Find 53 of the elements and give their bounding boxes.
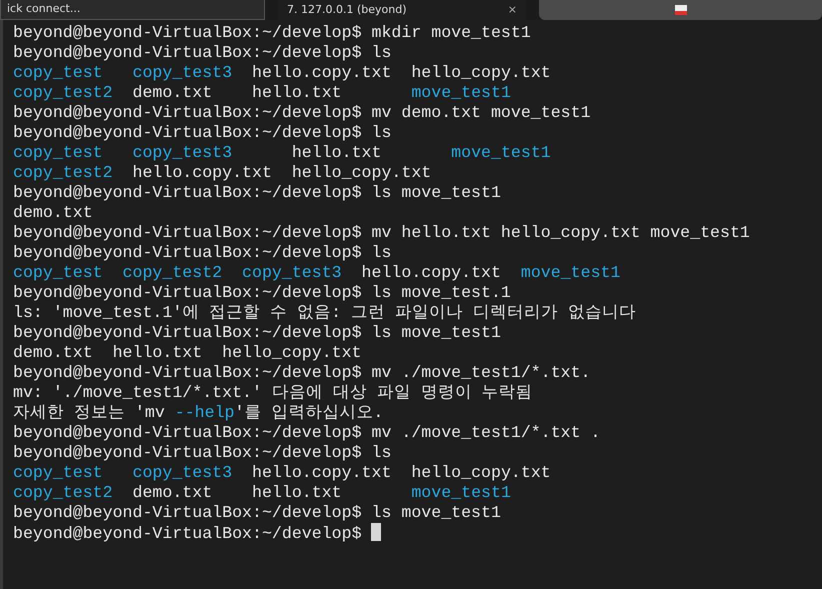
quick-connect-field[interactable]: ick connect...: [0, 0, 265, 20]
command-line: beyond@beyond-VirtualBox:~/develop$ ls: [13, 443, 392, 463]
directory-name: copy_test3: [132, 63, 232, 83]
directory-name: copy_test2: [13, 483, 113, 503]
command-line: beyond@beyond-VirtualBox:~/develop$ ls move_test.1: [13, 283, 512, 303]
command-line: beyond@beyond-VirtualBox:~/develop$ mv ./move_test1/*.txt .: [13, 423, 602, 443]
file-name: hello.txt: [292, 143, 382, 163]
directory-name: copy_test2: [13, 83, 113, 103]
directory-name: copy_test: [13, 263, 103, 283]
directory-name: copy_test3: [132, 143, 234, 163]
directory-name: move_test1: [451, 143, 551, 163]
file-name: demo.txt: [132, 83, 214, 103]
directory-name: copy_test: [13, 143, 104, 163]
file-name: demo.txt: [13, 343, 93, 363]
file-name: hello.copy.txt: [132, 163, 272, 183]
directory-name: copy_test3: [242, 263, 342, 283]
directory-name: copy_test2: [13, 163, 113, 183]
directory-name: copy_test: [13, 463, 104, 483]
directory-name: copy_test3: [132, 463, 232, 483]
command-line: beyond@beyond-VirtualBox:~/develop$ ls: [13, 43, 392, 63]
command-line: beyond@beyond-VirtualBox:~/develop$ mv demo.txt move_test1: [13, 103, 592, 123]
terminal-tab[interactable]: [539, 0, 822, 20]
command-line: beyond@beyond-VirtualBox:~/develop$ ls: [13, 123, 392, 143]
file-name: demo.txt: [13, 203, 93, 223]
output-line: mv: './move_test1/*.txt.' 다음에 대상 파일 명령이 누락됨: [13, 383, 534, 403]
output-line: ls: 'move_test.1'에 접근할 수 없음: 그런 파일이나 디렉터리가 없습니다: [13, 303, 637, 323]
file-name: hello_copy.txt: [222, 343, 362, 363]
command-line: beyond@beyond-VirtualBox:~/develop$ ls: [13, 243, 392, 263]
file-name: hello.txt: [252, 483, 343, 503]
file-name: hello.txt: [112, 343, 202, 363]
file-name: hello_copy.txt: [292, 163, 432, 183]
file-name: hello.copy.txt: [252, 63, 392, 83]
output-line: 자세한 정보는 'mv --help'를 입력하십시오.: [13, 403, 384, 423]
file-name: hello.copy.txt: [252, 463, 392, 483]
command-line: beyond@beyond-VirtualBox:~/develop$ mkdir move_test1: [13, 23, 532, 43]
directory-name: move_test1: [520, 263, 620, 283]
command-line: beyond@beyond-VirtualBox:~/develop$ ls move_test1: [13, 323, 502, 343]
command-line: beyond@beyond-VirtualBox:~/develop$: [13, 523, 822, 544]
directory-name: copy_test2: [122, 263, 222, 283]
directory-name: move_test1: [411, 483, 512, 503]
directory-name: move_test1: [411, 83, 512, 103]
file-name: demo.txt: [132, 483, 214, 503]
close-icon[interactable]: ×: [508, 1, 517, 19]
directory-name: copy_test: [13, 63, 104, 83]
command-line: beyond@beyond-VirtualBox:~/develop$ ls move_test1: [13, 503, 502, 523]
command-line: beyond@beyond-VirtualBox:~/develop$ mv hello.txt hello_copy.txt move_test1: [13, 223, 751, 243]
command-line: beyond@beyond-VirtualBox:~/develop$ ls move_test1: [13, 183, 502, 203]
app-icon: [674, 5, 686, 15]
file-name: hello_copy.txt: [411, 63, 551, 83]
command-line: beyond@beyond-VirtualBox:~/develop$ mv ./move_test1/*.txt.: [13, 363, 592, 383]
file-name: hello.copy.txt: [362, 263, 501, 283]
file-name: hello_copy.txt: [411, 463, 551, 483]
file-name: hello.txt: [252, 83, 343, 103]
